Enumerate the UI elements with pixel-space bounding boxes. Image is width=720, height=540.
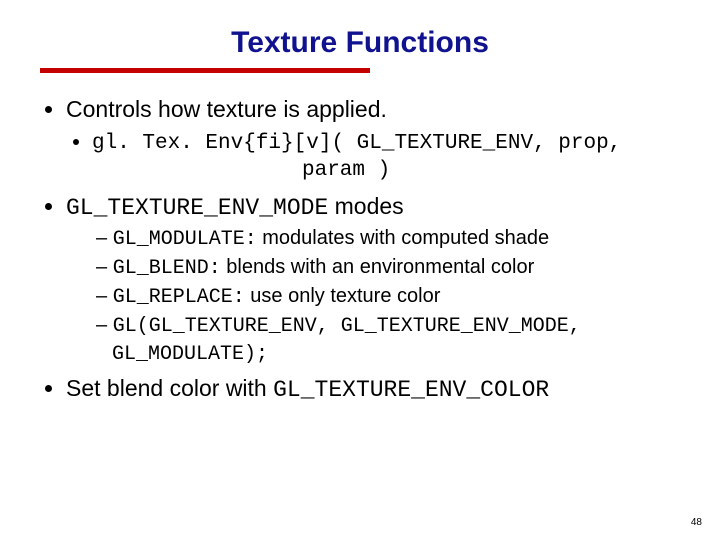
bullet-2-sub4: GL(GL_TEXTURE_ENV, GL_TEXTURE_ENV_MODE, … [96, 312, 680, 368]
bullet-2-sub4-code: GL(GL_TEXTURE_ENV, GL_TEXTURE_ENV_MODE, … [112, 315, 581, 366]
title-underline [40, 68, 370, 73]
slide-body: Texture Functions Controls how texture i… [0, 0, 720, 405]
bullet-2-sub2-tail: blends with an environmental color [221, 256, 535, 278]
bullet-1-sublist: gl. Tex. Env{fi}[v]( GL_TEXTURE_ENV, pro… [66, 128, 680, 185]
bullet-2: GL_TEXTURE_ENV_MODE modes GL_MODULATE: m… [66, 192, 680, 368]
bullet-3-code: GL_TEXTURE_ENV_COLOR [273, 377, 549, 403]
bullet-2-tail: modes [328, 193, 403, 219]
bullet-1-text: Controls how texture is applied. [66, 96, 387, 122]
bullet-list: Controls how texture is applied. gl. Tex… [46, 95, 680, 405]
bullet-2-sub2-code: GL_BLEND: [113, 257, 221, 280]
bullet-1: Controls how texture is applied. gl. Tex… [66, 95, 680, 184]
bullet-1-sub: gl. Tex. Env{fi}[v]( GL_TEXTURE_ENV, pro… [92, 128, 680, 185]
page-number: 48 [691, 517, 702, 528]
bullet-2-sub1-code: GL_MODULATE: [113, 228, 257, 251]
bullet-2-sub2: GL_BLEND: blends with an environmental c… [96, 254, 680, 282]
bullet-2-code: GL_TEXTURE_ENV_MODE [66, 195, 328, 221]
code-texenv-line1: gl. Tex. Env{fi}[v]( GL_TEXTURE_ENV, pro… [92, 130, 680, 157]
bullet-2-sub3-tail: use only texture color [245, 285, 441, 307]
slide-title: Texture Functions [40, 26, 680, 60]
bullet-2-sublist: GL_MODULATE: modulates with computed sha… [66, 225, 680, 368]
bullet-3-head: Set blend color with [66, 375, 273, 401]
bullet-2-sub3-code: GL_REPLACE: [113, 286, 245, 309]
bullet-3: Set blend color with GL_TEXTURE_ENV_COLO… [66, 374, 680, 405]
bullet-2-sub1: GL_MODULATE: modulates with computed sha… [96, 225, 680, 253]
bullet-2-sub3: GL_REPLACE: use only texture color [96, 283, 680, 311]
code-texenv-line2: param ) [92, 157, 680, 184]
bullet-2-sub1-tail: modulates with computed shade [257, 227, 549, 249]
